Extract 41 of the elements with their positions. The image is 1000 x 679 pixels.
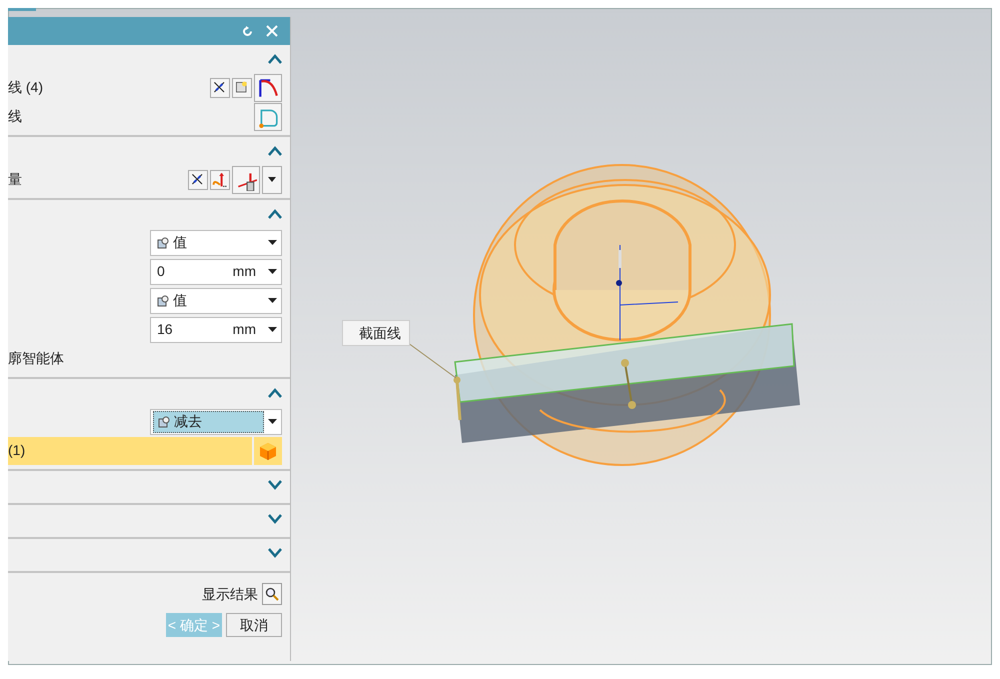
collapse-icon[interactable] <box>268 209 282 219</box>
curve-icon <box>257 76 279 98</box>
vector-button[interactable] <box>232 166 260 194</box>
cube-icon <box>258 440 278 460</box>
number-field[interactable]: 16 mm <box>150 316 282 342</box>
caret-icon <box>268 419 277 424</box>
section-curve-callout: 截面线 <box>342 320 410 346</box>
dropdown-arrow-button[interactable] <box>262 166 282 194</box>
cancel-button[interactable]: 取消 <box>226 613 282 637</box>
close-icon[interactable] <box>266 25 278 37</box>
field-label: 线 (4) <box>8 78 43 97</box>
expand-icon[interactable] <box>268 480 282 490</box>
axis-icon <box>212 172 228 188</box>
caret-icon <box>268 177 276 182</box>
expand-icon[interactable] <box>268 548 282 558</box>
collapse-icon[interactable] <box>268 146 282 156</box>
field-label: 线 <box>8 107 22 126</box>
caret-icon <box>268 269 277 274</box>
dropdown[interactable]: 值 <box>150 288 282 314</box>
caret-icon <box>268 240 277 245</box>
part-model-drawing[interactable] <box>454 164 800 466</box>
cross-arrows-button[interactable] <box>188 170 208 190</box>
field-label: 量 <box>8 170 22 189</box>
select-button[interactable] <box>232 78 252 98</box>
number-field[interactable]: 0 mm <box>150 258 282 284</box>
preview-button[interactable] <box>262 583 282 605</box>
expand-icon[interactable] <box>268 514 282 524</box>
cross-arrows-button[interactable] <box>210 78 230 98</box>
selection-row[interactable]: (1) <box>8 436 252 464</box>
reset-icon[interactable] <box>241 24 254 38</box>
dropdown[interactable]: 值 <box>150 230 282 256</box>
caret-icon <box>268 327 277 332</box>
dropdown[interactable]: 减去 <box>150 408 282 434</box>
axis-button[interactable] <box>210 170 230 190</box>
field-label: 廓智能体 <box>8 349 64 368</box>
caret-icon <box>268 298 277 303</box>
collapse-icon[interactable] <box>268 388 282 398</box>
preview-label: 显示结果 <box>202 584 258 604</box>
curve-button[interactable] <box>254 74 282 102</box>
collapse-icon[interactable] <box>268 54 282 64</box>
search-icon <box>265 587 279 601</box>
